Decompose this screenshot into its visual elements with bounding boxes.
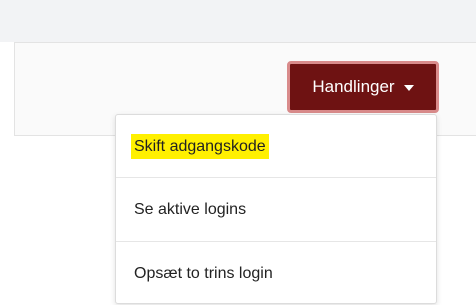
actions-dropdown-menu: Skift adgangskode Se aktive logins Opsæt… — [115, 114, 437, 304]
top-band — [0, 0, 476, 42]
menu-item-label: Skift adgangskode — [131, 133, 269, 159]
menu-item-change-password[interactable]: Skift adgangskode — [116, 115, 436, 177]
actions-button-label: Handlinger — [312, 77, 395, 96]
menu-item-two-factor-setup[interactable]: Opsæt to trins login — [116, 242, 436, 305]
actions-dropdown-button[interactable]: Handlinger — [287, 61, 439, 113]
caret-down-icon — [403, 85, 414, 91]
menu-item-label: Opsæt to trins login — [134, 264, 273, 282]
menu-item-label: Se aktive logins — [134, 200, 247, 218]
menu-item-active-logins[interactable]: Se aktive logins — [116, 178, 436, 241]
